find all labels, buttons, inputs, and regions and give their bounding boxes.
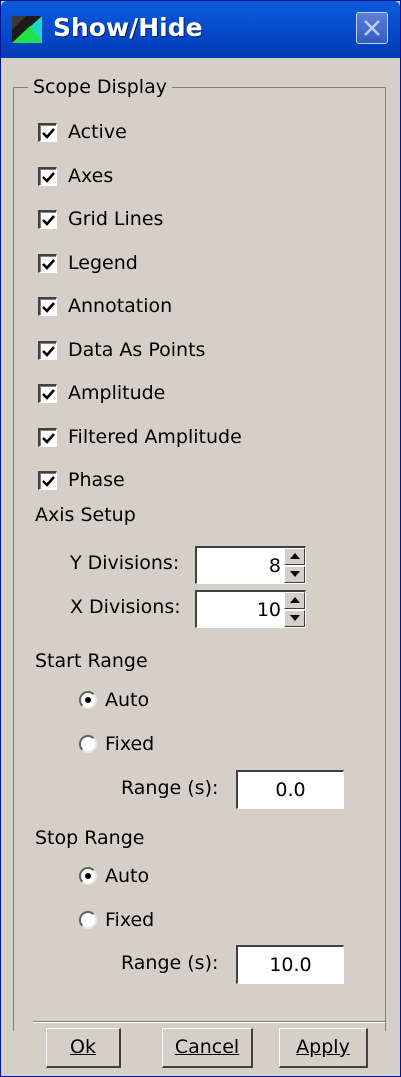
- checkbox-label[interactable]: Active: [68, 121, 127, 143]
- x-divisions-spin-buttons: [284, 592, 305, 627]
- x-divisions-increment-button[interactable]: [284, 592, 305, 609]
- check-icon: [42, 215, 55, 226]
- stop-range-heading: Stop Range: [35, 827, 145, 849]
- check-icon: [42, 172, 55, 183]
- checkbox-label[interactable]: Phase: [68, 469, 125, 491]
- start-range-fixed-radio[interactable]: [79, 735, 97, 753]
- arrow-down-icon: [290, 571, 300, 577]
- y-divisions-spinner[interactable]: 8: [195, 546, 306, 584]
- y-divisions-decrement-button[interactable]: [284, 566, 305, 583]
- start-range-label: Range (s):: [121, 777, 219, 799]
- title-bar[interactable]: Show/Hide: [1, 1, 400, 58]
- arrow-down-icon: [290, 615, 300, 621]
- cancel-button-label: Cancel: [174, 1036, 240, 1058]
- checkbox-axes[interactable]: [38, 167, 57, 186]
- x-divisions-spinner[interactable]: 10: [195, 590, 306, 628]
- check-icon: [42, 302, 55, 313]
- start-range-fixed-label[interactable]: Fixed: [105, 733, 154, 755]
- start-range-auto-radio[interactable]: [79, 691, 97, 709]
- arrow-up-icon: [290, 553, 300, 559]
- axis-setup-heading: Axis Setup: [35, 504, 136, 526]
- button-separator: [33, 1021, 385, 1023]
- checkbox-label[interactable]: Filtered Amplitude: [68, 426, 242, 448]
- start-range-auto-label[interactable]: Auto: [105, 689, 149, 711]
- checkbox-phase[interactable]: [38, 471, 57, 490]
- radio-selected-dot: [85, 873, 91, 879]
- y-divisions-spin-buttons: [284, 548, 305, 583]
- close-icon: [364, 20, 380, 36]
- checkbox-label[interactable]: Amplitude: [68, 382, 165, 404]
- checkbox-label[interactable]: Grid Lines: [68, 208, 163, 230]
- check-icon: [42, 259, 55, 270]
- checkbox-label[interactable]: Legend: [68, 252, 138, 274]
- apply-button[interactable]: Apply: [279, 1028, 368, 1068]
- apply-button-label: Apply: [296, 1036, 350, 1058]
- checkbox-annotation[interactable]: [38, 297, 57, 316]
- x-divisions-label: X Divisions:: [70, 596, 181, 618]
- radio-selected-dot: [85, 697, 91, 703]
- checkbox-filtered-amplitude[interactable]: [38, 428, 57, 447]
- stop-range-label: Range (s):: [121, 952, 219, 974]
- stop-range-fixed-radio[interactable]: [79, 911, 97, 929]
- checkbox-label[interactable]: Data As Points: [68, 339, 205, 361]
- check-icon: [42, 346, 55, 357]
- ok-button[interactable]: Ok: [46, 1028, 121, 1068]
- x-divisions-decrement-button[interactable]: [284, 610, 305, 627]
- scope-app-icon: [12, 16, 42, 43]
- checkbox-label[interactable]: Axes: [68, 165, 113, 187]
- checkbox-grid-lines[interactable]: [38, 210, 57, 229]
- y-divisions-label: Y Divisions:: [70, 552, 180, 574]
- ok-button-label: Ok: [70, 1036, 96, 1058]
- checkbox-active[interactable]: [38, 123, 57, 142]
- stop-range-auto-label[interactable]: Auto: [105, 865, 149, 887]
- show-hide-dialog: Show/Hide Scope Display Active Axes Grid L…: [0, 0, 401, 1077]
- y-divisions-increment-button[interactable]: [284, 548, 305, 565]
- arrow-up-icon: [290, 597, 300, 603]
- stop-range-auto-radio[interactable]: [79, 867, 97, 885]
- checkbox-amplitude[interactable]: [38, 384, 57, 403]
- y-divisions-value[interactable]: 8: [269, 555, 281, 577]
- start-range-input[interactable]: 0.0: [236, 770, 344, 809]
- check-icon: [42, 389, 55, 400]
- check-icon: [42, 433, 55, 444]
- window-title: Show/Hide: [53, 13, 203, 42]
- checkbox-label[interactable]: Annotation: [68, 295, 172, 317]
- cancel-button[interactable]: Cancel: [162, 1028, 253, 1068]
- check-icon: [42, 476, 55, 487]
- checkbox-legend[interactable]: [38, 254, 57, 273]
- check-icon: [42, 128, 55, 139]
- x-divisions-value[interactable]: 10: [257, 599, 281, 621]
- scope-display-legend: Scope Display: [28, 76, 172, 98]
- close-button[interactable]: [356, 12, 388, 44]
- start-range-heading: Start Range: [35, 650, 148, 672]
- stop-range-input[interactable]: 10.0: [236, 945, 344, 984]
- stop-range-fixed-label[interactable]: Fixed: [105, 909, 154, 931]
- checkbox-data-as-points[interactable]: [38, 341, 57, 360]
